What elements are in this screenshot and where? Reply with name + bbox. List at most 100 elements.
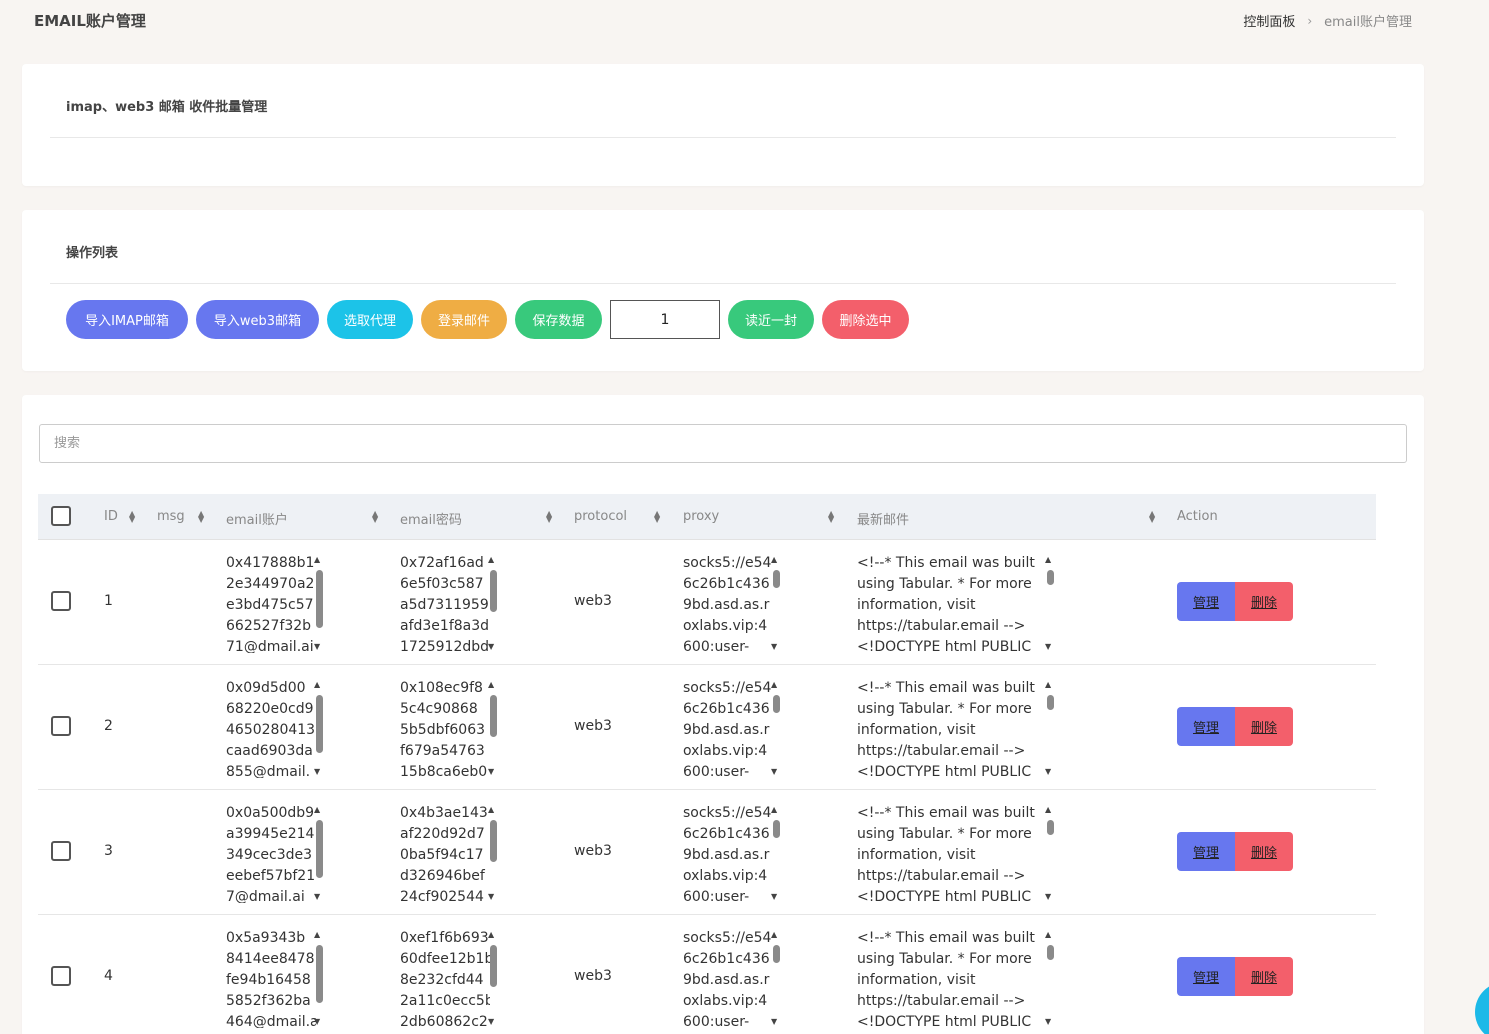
- scroll-down-icon[interactable]: ▼: [314, 767, 320, 776]
- scrollbar-thumb[interactable]: [316, 945, 323, 1003]
- scrollbar[interactable]: ▲ ▼: [770, 803, 782, 903]
- scroll-down-icon[interactable]: ▼: [314, 1017, 320, 1026]
- column-header-password[interactable]: email密码: [400, 509, 462, 528]
- delete-button[interactable]: 删除: [1235, 957, 1293, 996]
- select-all-checkbox[interactable]: [51, 506, 71, 526]
- column-header-latest-mail[interactable]: 最新邮件: [857, 509, 909, 528]
- delete-button[interactable]: 删除: [1235, 832, 1293, 871]
- count-input[interactable]: [610, 300, 720, 339]
- scrollbar-thumb[interactable]: [1047, 695, 1054, 710]
- save-data-button[interactable]: 保存数据: [515, 300, 602, 339]
- row-checkbox[interactable]: [51, 966, 71, 986]
- scroll-up-icon[interactable]: ▲: [488, 930, 494, 939]
- column-header-email[interactable]: email账户: [226, 509, 288, 528]
- email-account-cell[interactable]: 0x5a9343b 8414ee8478 fe94b16458 5852f362…: [226, 928, 316, 1028]
- scroll-up-icon[interactable]: ▲: [771, 680, 777, 689]
- login-mail-button[interactable]: 登录邮件: [421, 300, 507, 339]
- row-checkbox[interactable]: [51, 716, 71, 736]
- floating-action-button[interactable]: [1475, 982, 1489, 1034]
- email-account-cell[interactable]: 0x0a500db9 a39945e214 349cec3de3 eebef57…: [226, 803, 316, 903]
- scrollbar[interactable]: ▲ ▼: [1044, 928, 1056, 1028]
- scrollbar-thumb[interactable]: [490, 820, 497, 862]
- scroll-down-icon[interactable]: ▼: [1045, 1017, 1051, 1026]
- latest-mail-cell[interactable]: <!--* This email was built using Tabular…: [857, 678, 1043, 778]
- scroll-up-icon[interactable]: ▲: [1045, 555, 1051, 564]
- scrollbar-thumb[interactable]: [490, 695, 497, 737]
- latest-mail-cell[interactable]: <!--* This email was built using Tabular…: [857, 803, 1043, 903]
- scrollbar[interactable]: ▲ ▼: [487, 678, 499, 778]
- scrollbar[interactable]: ▲ ▼: [313, 928, 325, 1028]
- scrollbar[interactable]: ▲ ▼: [487, 553, 499, 653]
- scroll-up-icon[interactable]: ▲: [314, 555, 320, 564]
- email-password-cell[interactable]: 0x108ec9f8 5c4c90868 5b5dbf6063 f679a547…: [400, 678, 490, 778]
- email-password-cell[interactable]: 0x72af16ad 6e5f03c587 a5d7311959 afd3e1f…: [400, 553, 490, 653]
- column-header-id[interactable]: ID: [104, 509, 118, 524]
- import-web3-button[interactable]: 导入web3邮箱: [196, 300, 319, 339]
- scroll-down-icon[interactable]: ▼: [771, 642, 777, 651]
- scroll-up-icon[interactable]: ▲: [1045, 680, 1051, 689]
- scroll-down-icon[interactable]: ▼: [488, 1017, 494, 1026]
- scroll-up-icon[interactable]: ▲: [488, 680, 494, 689]
- latest-mail-cell[interactable]: <!--* This email was built using Tabular…: [857, 553, 1043, 653]
- scrollbar-thumb[interactable]: [490, 945, 497, 987]
- scrollbar[interactable]: ▲ ▼: [770, 678, 782, 778]
- breadcrumb-home-link[interactable]: 控制面板: [1243, 11, 1295, 30]
- scroll-up-icon[interactable]: ▲: [488, 805, 494, 814]
- sort-icon[interactable]: ▲ ▼: [828, 510, 834, 524]
- sort-icon[interactable]: ▲ ▼: [129, 510, 135, 524]
- scrollbar[interactable]: ▲ ▼: [313, 678, 325, 778]
- scrollbar-thumb[interactable]: [316, 570, 323, 628]
- row-checkbox[interactable]: [51, 841, 71, 861]
- scrollbar-thumb[interactable]: [773, 945, 780, 963]
- sort-icon[interactable]: ▲ ▼: [654, 510, 660, 524]
- search-input[interactable]: [39, 424, 1407, 463]
- scrollbar-thumb[interactable]: [1047, 570, 1054, 585]
- scrollbar-thumb[interactable]: [1047, 820, 1054, 835]
- manage-button[interactable]: 管理: [1177, 957, 1235, 996]
- read-recent-button[interactable]: 读近一封: [728, 300, 814, 339]
- scroll-up-icon[interactable]: ▲: [771, 805, 777, 814]
- scroll-down-icon[interactable]: ▼: [771, 892, 777, 901]
- scroll-down-icon[interactable]: ▼: [314, 892, 320, 901]
- scrollbar[interactable]: ▲ ▼: [1044, 553, 1056, 653]
- manage-button[interactable]: 管理: [1177, 832, 1235, 871]
- scrollbar-thumb[interactable]: [773, 695, 780, 713]
- scrollbar-thumb[interactable]: [1047, 945, 1054, 960]
- scrollbar-thumb[interactable]: [490, 570, 497, 612]
- delete-button[interactable]: 删除: [1235, 707, 1293, 746]
- row-checkbox[interactable]: [51, 591, 71, 611]
- import-imap-button[interactable]: 导入IMAP邮箱: [66, 300, 188, 339]
- proxy-cell[interactable]: socks5://e54 6c26b1c436 9bd.asd.as.r oxl…: [683, 803, 773, 903]
- scroll-up-icon[interactable]: ▲: [488, 555, 494, 564]
- scrollbar-thumb[interactable]: [316, 820, 323, 878]
- scroll-down-icon[interactable]: ▼: [314, 642, 320, 651]
- scroll-up-icon[interactable]: ▲: [771, 930, 777, 939]
- scroll-down-icon[interactable]: ▼: [771, 767, 777, 776]
- email-password-cell[interactable]: 0x4b3ae143 af220d92d7 0ba5f94c17 d326946…: [400, 803, 490, 903]
- scroll-up-icon[interactable]: ▲: [314, 805, 320, 814]
- scrollbar[interactable]: ▲ ▼: [770, 928, 782, 1028]
- scroll-up-icon[interactable]: ▲: [314, 930, 320, 939]
- scroll-down-icon[interactable]: ▼: [488, 892, 494, 901]
- delete-button[interactable]: 删除: [1235, 582, 1293, 621]
- manage-button[interactable]: 管理: [1177, 582, 1235, 621]
- scroll-down-icon[interactable]: ▼: [1045, 642, 1051, 651]
- latest-mail-cell[interactable]: <!--* This email was built using Tabular…: [857, 928, 1043, 1028]
- scrollbar-thumb[interactable]: [773, 570, 780, 588]
- proxy-cell[interactable]: socks5://e54 6c26b1c436 9bd.asd.as.r oxl…: [683, 928, 773, 1028]
- scrollbar[interactable]: ▲ ▼: [487, 803, 499, 903]
- manage-button[interactable]: 管理: [1177, 707, 1235, 746]
- scrollbar[interactable]: ▲ ▼: [1044, 678, 1056, 778]
- sort-icon[interactable]: ▲ ▼: [1149, 510, 1155, 524]
- email-account-cell[interactable]: 0x09d5d00 68220e0cd9 4650280413 caad6903…: [226, 678, 316, 778]
- column-header-protocol[interactable]: protocol: [574, 509, 627, 524]
- scroll-down-icon[interactable]: ▼: [1045, 767, 1051, 776]
- scroll-down-icon[interactable]: ▼: [771, 1017, 777, 1026]
- scroll-up-icon[interactable]: ▲: [1045, 805, 1051, 814]
- scrollbar[interactable]: ▲ ▼: [487, 928, 499, 1028]
- scrollbar[interactable]: ▲ ▼: [313, 803, 325, 903]
- sort-icon[interactable]: ▲ ▼: [372, 510, 378, 524]
- proxy-cell[interactable]: socks5://e54 6c26b1c436 9bd.asd.as.r oxl…: [683, 678, 773, 778]
- scroll-up-icon[interactable]: ▲: [314, 680, 320, 689]
- scrollbar-thumb[interactable]: [773, 820, 780, 838]
